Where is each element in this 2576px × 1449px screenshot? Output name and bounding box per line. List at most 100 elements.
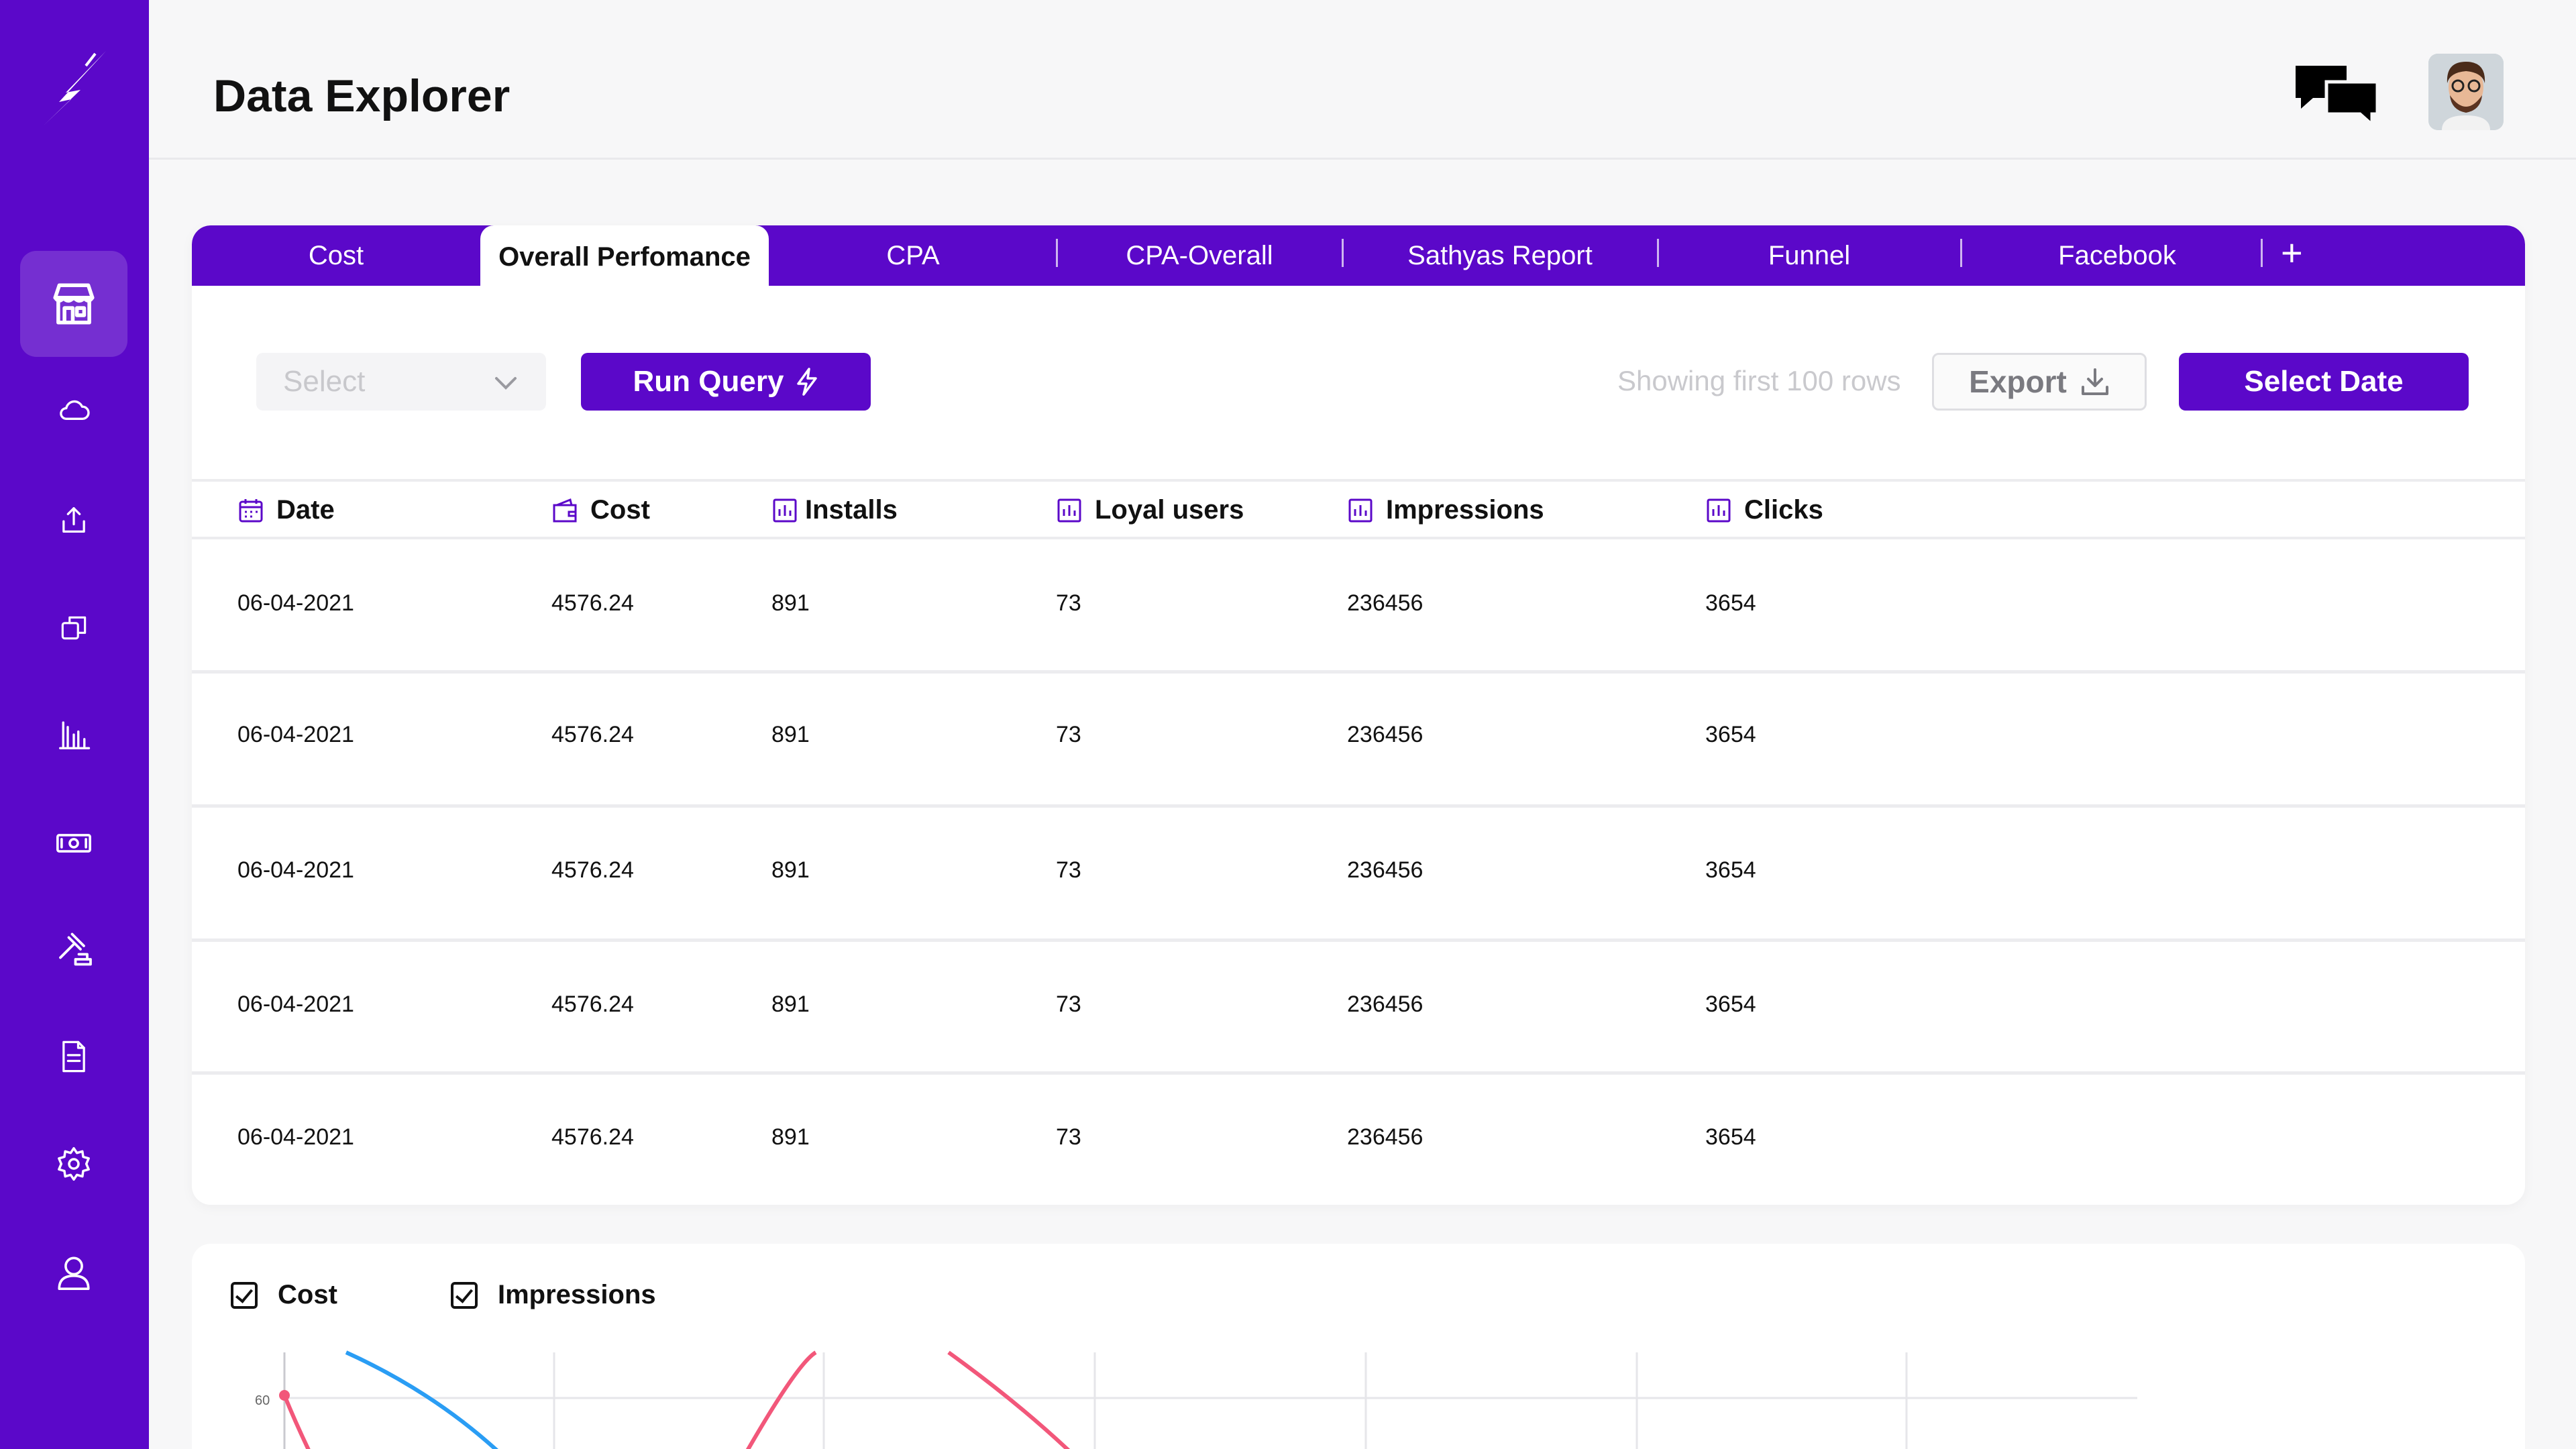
cell-loyal-users: 73: [1056, 857, 1081, 883]
cost-data-point: [279, 1390, 290, 1401]
table-row[interactable]: 06-04-2021 4576.24 891 73 236456 3654: [192, 542, 2525, 674]
cell-clicks: 3654: [1705, 857, 1756, 883]
nav-documents[interactable]: [20, 1004, 127, 1110]
export-button[interactable]: Export: [1932, 353, 2147, 411]
cell-loyal-users: 73: [1056, 722, 1081, 747]
query-select[interactable]: Select: [256, 353, 546, 411]
download-icon: [2081, 368, 2108, 395]
cell-date: 06-04-2021: [237, 722, 354, 747]
tab-overall-performance[interactable]: Overall Perfomance: [480, 225, 769, 288]
bar-chart-icon: [773, 498, 797, 522]
table-row[interactable]: 06-04-2021 4576.24 891 73 236456 3654: [192, 808, 2525, 942]
cell-loyal-users: 73: [1056, 991, 1081, 1017]
copy-icon: [61, 616, 87, 640]
column-header-label: Impressions: [1386, 495, 1544, 525]
cell-loyal-users: 73: [1056, 1124, 1081, 1150]
tab-bar: Cost Overall Perfomance CPA CPA-Overall …: [192, 225, 2525, 288]
chat-icon[interactable]: [2293, 62, 2380, 126]
nav-analytics[interactable]: [20, 682, 127, 788]
cell-installs: 891: [771, 991, 810, 1017]
column-header-loyal-users[interactable]: Loyal users: [1056, 495, 1244, 525]
nav-settings[interactable]: [20, 1111, 127, 1217]
document-icon: [62, 1040, 85, 1073]
row-count-text: Showing first 100 rows: [1617, 365, 1901, 396]
column-header-installs[interactable]: Installs: [771, 495, 898, 525]
tab-sathyas-report[interactable]: Sathyas Report: [1343, 225, 1657, 286]
bar-chart-icon: [1057, 498, 1081, 522]
nav-upload[interactable]: [20, 467, 127, 573]
cell-clicks: 3654: [1705, 722, 1756, 747]
cell-impressions: 236456: [1347, 857, 1424, 883]
impressions-series-line: [345, 1350, 498, 1449]
column-header-cost[interactable]: Cost: [551, 495, 650, 525]
tab-cpa[interactable]: CPA: [769, 225, 1057, 286]
bar-chart-icon: [59, 721, 91, 749]
nav-auction[interactable]: [20, 896, 127, 1002]
cell-date: 06-04-2021: [237, 991, 354, 1017]
column-header-label: Clicks: [1744, 495, 1823, 525]
cell-installs: 891: [771, 1124, 810, 1150]
top-header: Data Explorer: [149, 0, 2576, 160]
column-header-clicks[interactable]: Clicks: [1705, 495, 1823, 525]
nav-cloud[interactable]: [20, 358, 127, 464]
chart-card: Cost Impressions 60: [192, 1244, 2525, 1449]
table-row[interactable]: 06-04-2021 4576.24 891 73 236456 3654: [192, 942, 2525, 1075]
tab-facebook[interactable]: Facebook: [1962, 225, 2273, 286]
export-label: Export: [1969, 364, 2067, 399]
column-header-impressions[interactable]: Impressions: [1347, 495, 1544, 525]
cell-clicks: 3654: [1705, 590, 1756, 616]
page-title: Data Explorer: [213, 70, 511, 121]
nav-copy[interactable]: [20, 574, 127, 680]
auction-icon: [59, 932, 92, 966]
cash-icon: [56, 834, 91, 853]
cell-date: 06-04-2021: [237, 590, 354, 616]
table-row[interactable]: 06-04-2021 4576.24 891 73 236456 3654: [192, 1075, 2525, 1205]
upload-icon: [62, 507, 85, 533]
cell-loyal-users: 73: [1056, 590, 1081, 616]
chart-gridlines: [283, 1352, 2137, 1449]
line-chart: 60: [255, 1350, 2137, 1449]
cell-installs: 891: [771, 857, 810, 883]
cell-installs: 891: [771, 722, 810, 747]
cell-cost: 4576.24: [551, 991, 634, 1017]
cell-installs: 891: [771, 590, 810, 616]
column-header-label: Cost: [590, 495, 650, 525]
nav-billing[interactable]: [20, 790, 127, 896]
tab-cpa-overall[interactable]: CPA-Overall: [1057, 225, 1342, 286]
column-header-label: Loyal users: [1095, 495, 1244, 525]
calendar-icon: [239, 498, 263, 522]
cell-date: 06-04-2021: [237, 1124, 354, 1150]
column-header-date[interactable]: Date: [237, 495, 335, 525]
y-tick-label: 60: [255, 1393, 270, 1408]
cell-date: 06-04-2021: [237, 857, 354, 883]
cell-impressions: 236456: [1347, 1124, 1424, 1150]
tab-divider: [2261, 239, 2263, 267]
cell-cost: 4576.24: [551, 590, 634, 616]
select-placeholder: Select: [283, 365, 366, 398]
add-tab-button[interactable]: +: [2281, 231, 2303, 274]
cell-cost: 4576.24: [551, 857, 634, 883]
cloud-icon: [60, 400, 90, 420]
run-query-button[interactable]: Run Query: [581, 353, 871, 411]
table-row[interactable]: 06-04-2021 4576.24 891 73 236456 3654: [192, 674, 2525, 808]
nav-profile[interactable]: [20, 1220, 127, 1326]
wallet-icon: [553, 498, 577, 522]
user-icon: [58, 1256, 90, 1290]
sidebar: [0, 0, 149, 1449]
column-header-label: Date: [276, 495, 335, 525]
cell-clicks: 3654: [1705, 991, 1756, 1017]
cell-impressions: 236456: [1347, 590, 1424, 616]
tab-funnel[interactable]: Funnel: [1658, 225, 1960, 286]
select-date-button[interactable]: Select Date: [2179, 353, 2469, 411]
gear-icon: [58, 1146, 90, 1181]
chevron-down-icon: [495, 377, 517, 390]
run-query-label: Run Query: [633, 365, 784, 398]
nav-store[interactable]: [20, 251, 127, 357]
bar-chart-icon: [1348, 498, 1373, 522]
tab-cost[interactable]: Cost: [192, 225, 480, 286]
avatar[interactable]: [2428, 54, 2504, 130]
cell-impressions: 236456: [1347, 991, 1424, 1017]
cell-cost: 4576.24: [551, 722, 634, 747]
cell-cost: 4576.24: [551, 1124, 634, 1150]
cell-clicks: 3654: [1705, 1124, 1756, 1150]
